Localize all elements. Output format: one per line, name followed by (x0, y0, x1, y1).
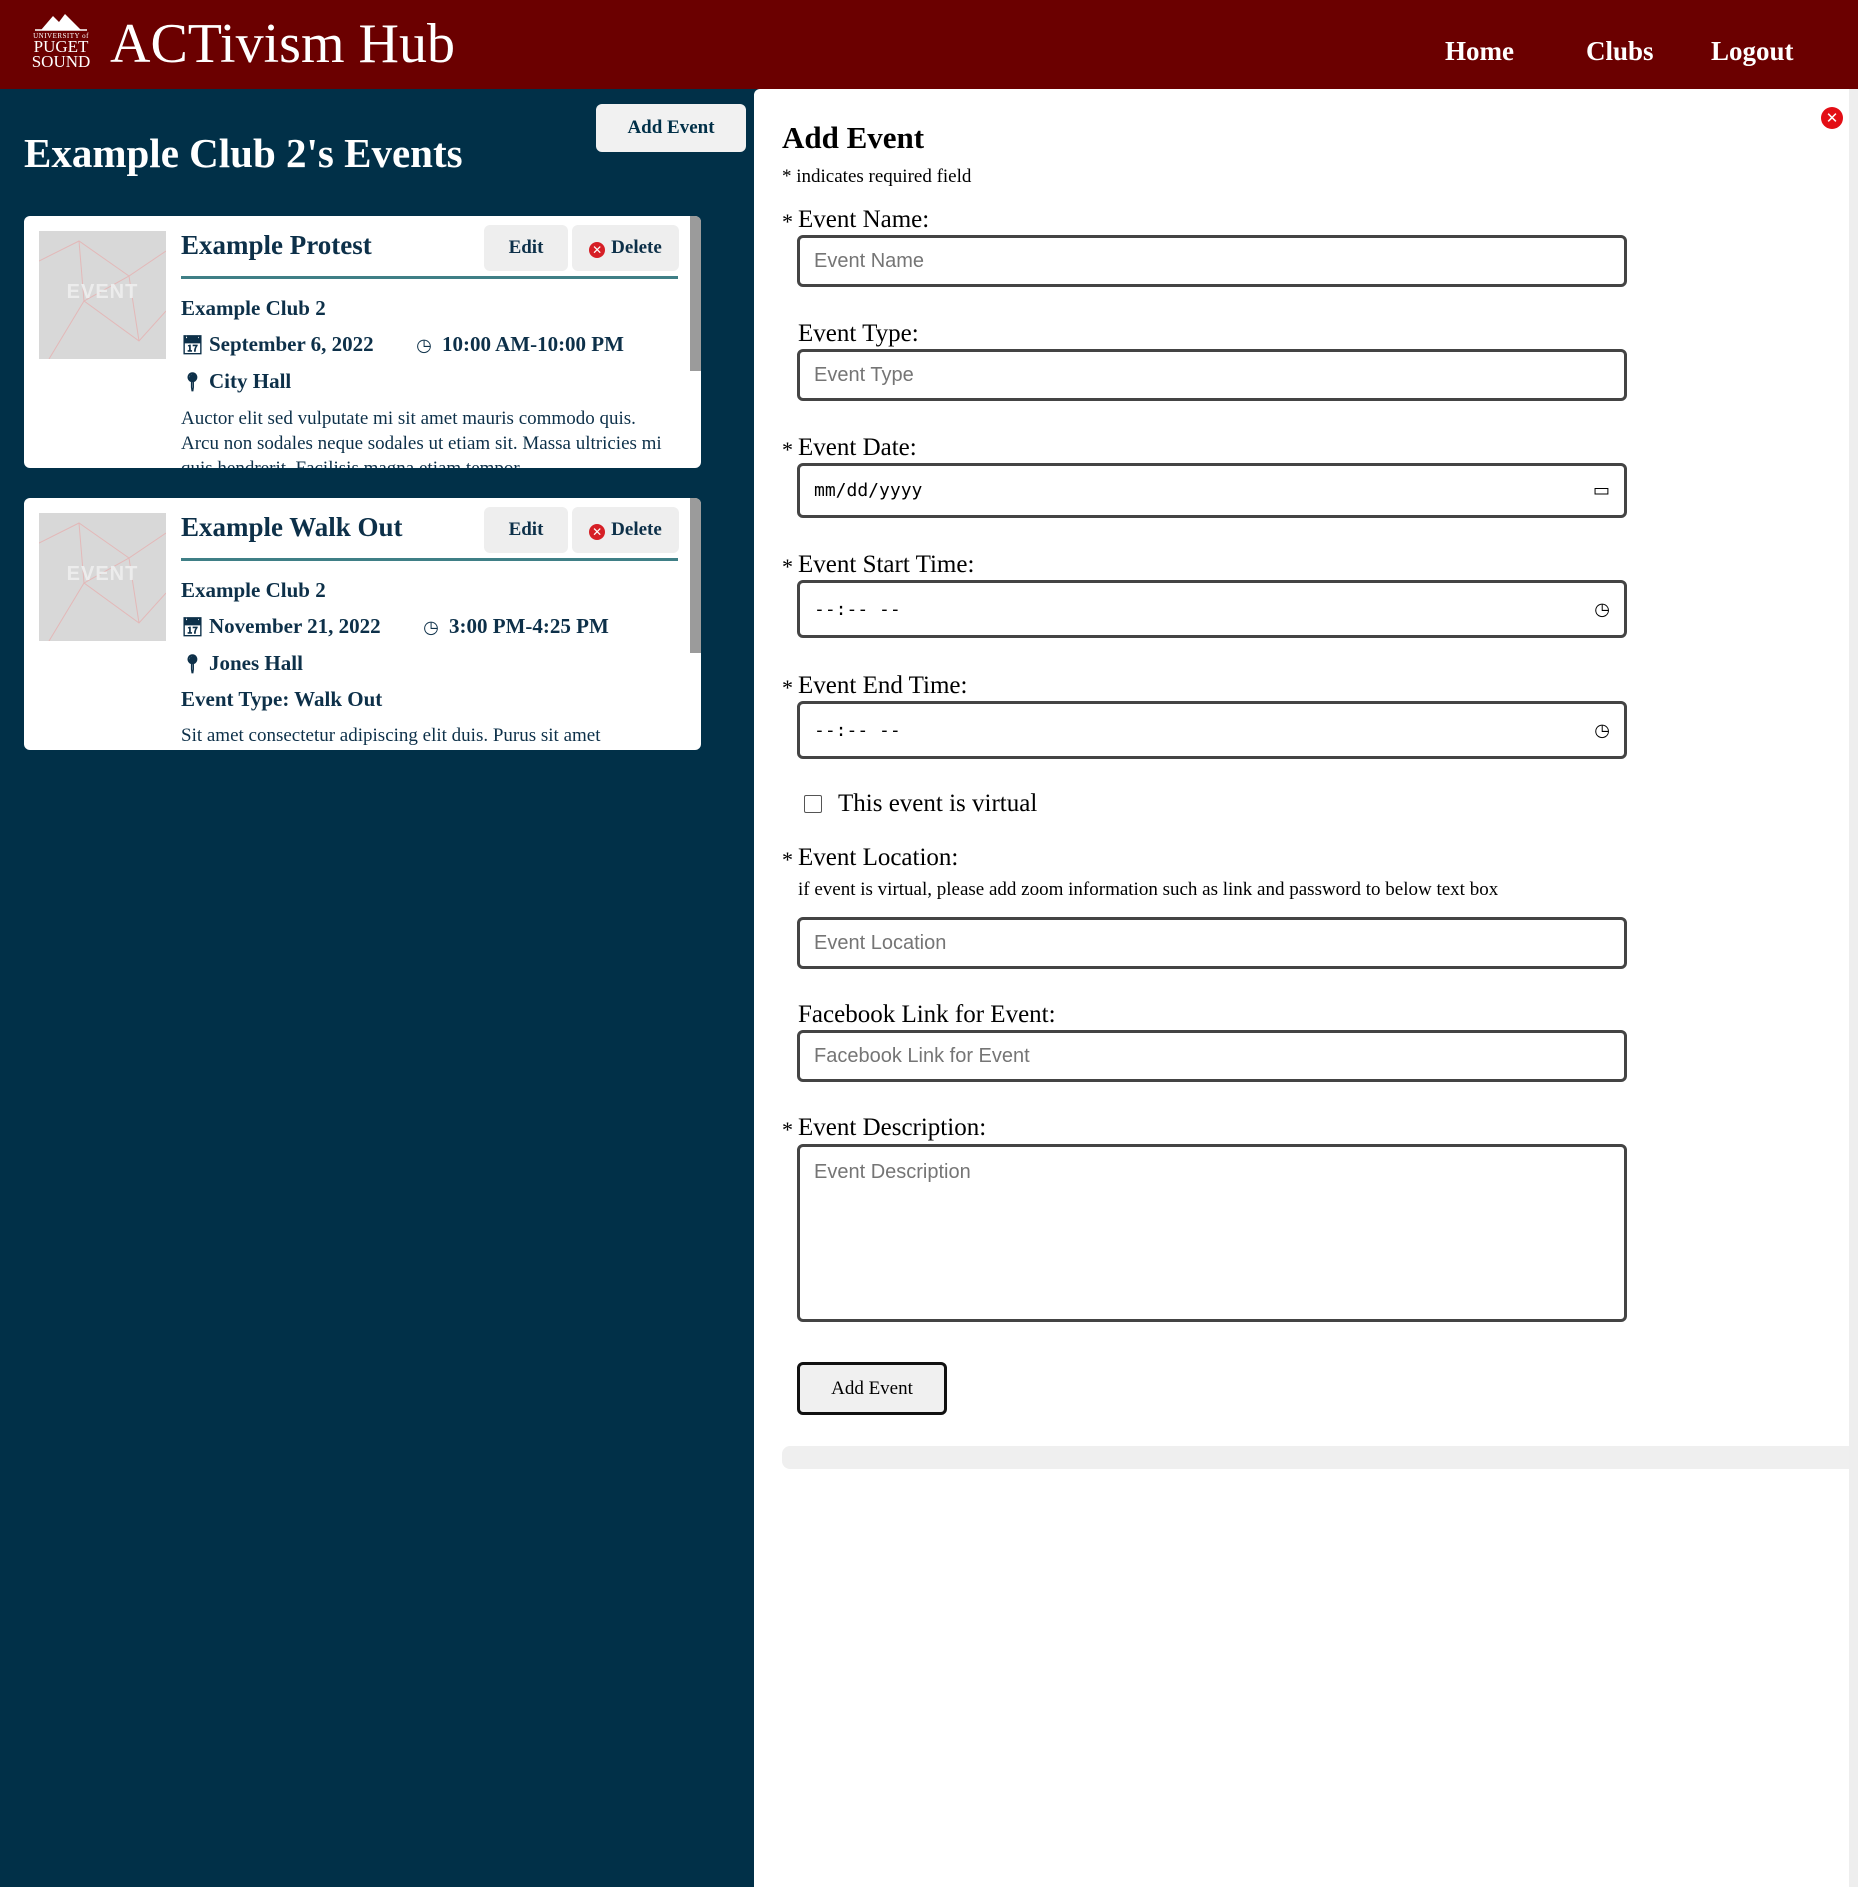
thumbnail-label: EVENT (66, 281, 139, 303)
required-marker: * (782, 437, 793, 462)
event-type: Event Type: Walk Out (181, 687, 383, 711)
start-time-label: Event Start Time: (798, 551, 975, 578)
required-marker: * (782, 1117, 793, 1142)
required-marker: * (782, 675, 793, 700)
delete-button[interactable]: ✕ Delete (572, 507, 679, 553)
horizontal-scrollbar[interactable] (782, 1446, 1849, 1469)
event-location-input[interactable]: Event Location (797, 917, 1627, 969)
event-location: 📍︎ City Hall (181, 367, 291, 397)
clock-icon: ◷ (416, 335, 432, 356)
panel-scrollbar[interactable] (1849, 89, 1858, 1887)
event-date-text: November 21, 2022 (209, 614, 381, 638)
calendar-icon: 📅︎ (181, 617, 204, 638)
event-date: 📅︎ November 21, 2022 (181, 612, 381, 642)
title-divider (181, 276, 678, 279)
submit-add-event-button[interactable]: Add Event (797, 1362, 947, 1415)
delete-label: Delete (611, 519, 662, 540)
event-card[interactable]: EVENT Example Protest Edit ✕ Delete Examp… (24, 216, 701, 468)
event-date-label: Event Date: (798, 434, 917, 461)
event-name-input[interactable]: Event Name (797, 235, 1627, 287)
start-time-input[interactable]: --:-- -- ◷ (797, 580, 1627, 638)
event-type-label: Event Type: (798, 320, 919, 347)
card-scrollbar[interactable] (690, 498, 701, 653)
event-description: Auctor elit sed vulputate mi sit amet ma… (181, 408, 662, 468)
delete-x-icon: ✕ (589, 242, 606, 258)
delete-x-icon: ✕ (589, 524, 606, 540)
event-location-label: Event Location: (798, 844, 959, 871)
required-marker: * (782, 209, 793, 234)
app-title[interactable]: ACTivism Hub (110, 12, 455, 76)
map-pin-icon: 📍︎ (181, 654, 204, 675)
event-location-text: Jones Hall (209, 651, 303, 675)
virtual-checkbox-label[interactable]: This event is virtual (838, 789, 1037, 819)
event-name: Example Protest (181, 230, 372, 260)
page-title: Example Club 2's Events (24, 130, 463, 176)
logo-line-3: SOUND (31, 52, 91, 71)
edit-button[interactable]: Edit (484, 225, 568, 271)
title-divider (181, 558, 678, 561)
clock-picker-icon[interactable]: ◷ (1594, 720, 1610, 741)
location-hint: if event is virtual, please add zoom inf… (798, 879, 1499, 900)
event-thumbnail: EVENT (39, 513, 166, 641)
event-club: Example Club 2 (181, 296, 326, 320)
event-location-text: City Hall (209, 369, 292, 393)
nav-clubs[interactable]: Clubs (1586, 34, 1654, 68)
add-event-button[interactable]: Add Event (596, 104, 746, 152)
required-marker: * (782, 554, 793, 579)
mountain-logo-icon (35, 14, 87, 31)
event-date-input[interactable]: mm/dd/yyyy ▭ (797, 463, 1627, 518)
event-type-input[interactable]: Event Type (797, 349, 1627, 401)
required-marker: * (782, 847, 793, 872)
start-time-value: --:-- -- (814, 598, 901, 620)
facebook-link-label: Facebook Link for Event: (798, 1001, 1056, 1028)
calendar-picker-icon[interactable]: ▭ (1593, 480, 1610, 501)
edit-button[interactable]: Edit (484, 507, 568, 553)
nav-home[interactable]: Home (1445, 34, 1514, 68)
delete-label: Delete (611, 237, 662, 258)
clock-icon: ◷ (423, 617, 439, 638)
thumbnail-label: EVENT (66, 563, 139, 585)
event-time-text: 3:00 PM-4:25 PM (449, 614, 609, 638)
add-event-panel: ✕ Add Event * indicates required field *… (754, 89, 1858, 1887)
close-icon[interactable]: ✕ (1821, 107, 1843, 129)
card-scrollbar[interactable] (690, 216, 701, 371)
end-time-value: --:-- -- (814, 719, 901, 741)
facebook-link-input[interactable]: Facebook Link for Event (797, 1030, 1627, 1082)
event-date: 📅︎ September 6, 2022 (181, 330, 374, 360)
event-time: ◷ 10:00 AM-10:00 PM (414, 330, 624, 360)
nav-logout[interactable]: Logout (1711, 34, 1794, 68)
university-logo[interactable]: UNIVERSITY of PUGET SOUND (29, 10, 93, 70)
form-title: Add Event (782, 120, 925, 155)
event-club: Example Club 2 (181, 578, 326, 602)
virtual-checkbox[interactable] (804, 795, 822, 813)
event-description-textarea[interactable]: Event Description (797, 1144, 1627, 1322)
event-time: ◷ 3:00 PM-4:25 PM (421, 612, 609, 642)
event-name-label: Event Name: (798, 206, 930, 233)
event-name: Example Walk Out (181, 512, 403, 542)
event-description: Sit amet consectetur adipiscing elit dui… (181, 725, 601, 746)
date-input-value: mm/dd/yyyy (814, 480, 923, 501)
event-thumbnail: EVENT (39, 231, 166, 359)
required-note: * indicates required field (782, 166, 972, 187)
event-time-text: 10:00 AM-10:00 PM (442, 332, 624, 356)
end-time-label: Event End Time: (798, 672, 968, 699)
end-time-input[interactable]: --:-- -- ◷ (797, 701, 1627, 759)
event-date-text: September 6, 2022 (209, 332, 374, 356)
event-description-label: Event Description: (798, 1114, 987, 1141)
top-header: UNIVERSITY of PUGET SOUND ACTivism Hub H… (0, 0, 1858, 89)
delete-button[interactable]: ✕ Delete (572, 225, 679, 271)
event-card[interactable]: EVENT Example Walk Out Edit ✕ Delete Exam… (24, 498, 701, 750)
calendar-icon: 📅︎ (181, 335, 204, 356)
map-pin-icon: 📍︎ (181, 372, 204, 393)
clock-picker-icon[interactable]: ◷ (1594, 599, 1610, 620)
event-location: 📍︎ Jones Hall (181, 649, 303, 679)
